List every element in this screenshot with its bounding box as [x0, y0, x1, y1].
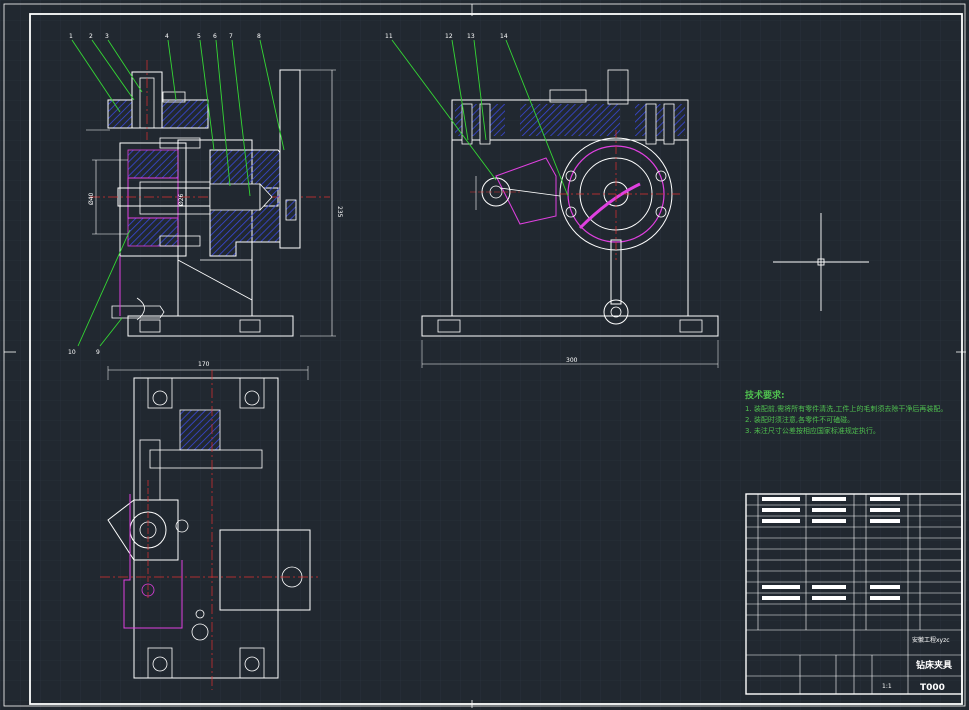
title-block-scale: 1:1 [882, 683, 892, 690]
part-number-14: 14 [500, 33, 508, 40]
part-number-9: 9 [96, 349, 100, 356]
part-number-11: 11 [385, 33, 393, 40]
part-number-12: 12 [445, 33, 453, 40]
dimension-front-height: 235 [336, 206, 343, 218]
part-number-10: 10 [68, 349, 76, 356]
dimension-side-width: 300 [566, 357, 578, 364]
cad-drawing-sheet: 235 Ø40 Ø26 1 2 3 4 5 6 7 8 9 10 300 11 … [0, 0, 969, 710]
title-block-drawing-name: 钻床夹具 [916, 659, 952, 671]
title-block-drawing-code: T000 [920, 683, 945, 693]
part-number-4: 4 [165, 33, 169, 40]
dimension-top-width: 170 [198, 361, 210, 368]
part-number-13: 13 [467, 33, 475, 40]
tech-requirements-title: 技术要求: [745, 389, 785, 401]
part-number-1: 1 [69, 33, 73, 40]
dimension-front-bore: Ø40 [88, 192, 95, 205]
dimension-front-inner: Ø26 [178, 193, 185, 206]
title-block-school: 安徽工程xyzc [912, 636, 950, 644]
part-number-3: 3 [105, 33, 109, 40]
part-number-5: 5 [197, 33, 201, 40]
tech-requirement-line-2: 2. 装配时须注意,各零件不可磕碰。 [745, 415, 854, 424]
part-number-7: 7 [229, 33, 233, 40]
part-number-2: 2 [89, 33, 93, 40]
tech-requirement-line-1: 1. 装配前,需将所有零件清洗,工件上的毛刺须去除干净后再装配。 [745, 404, 947, 413]
tech-requirement-line-3: 3. 未注尺寸公差按相应国家标准规定执行。 [745, 426, 880, 435]
part-number-6: 6 [213, 33, 217, 40]
part-number-8: 8 [257, 33, 261, 40]
